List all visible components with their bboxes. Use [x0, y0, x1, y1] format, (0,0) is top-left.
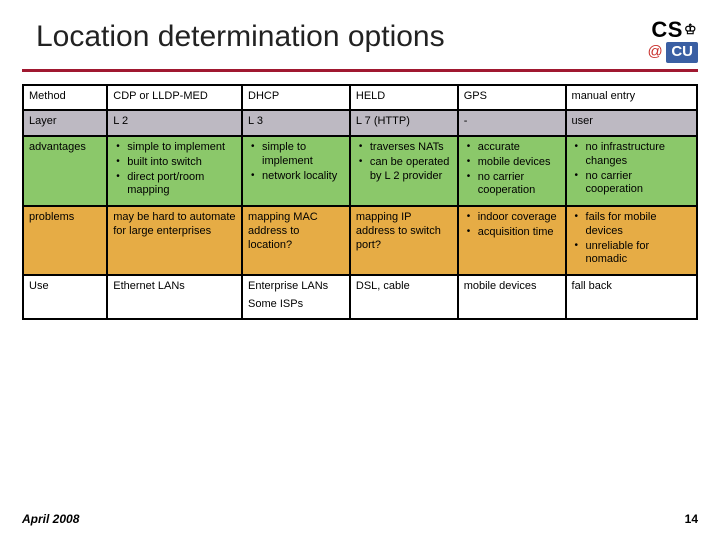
cs-cu-logo: CS♔ @ CU	[647, 18, 698, 63]
cell: -	[458, 110, 566, 136]
cell: fails for mobile devices unreliable for …	[566, 206, 697, 275]
cell: traverses NATs can be operated by L 2 pr…	[350, 136, 458, 206]
cell: mapping MAC address to location?	[242, 206, 350, 275]
row-method: Method CDP or LLDP-MED DHCP HELD GPS man…	[23, 85, 697, 111]
cell: mapping IP address to switch port?	[350, 206, 458, 275]
cell: indoor coverage acquisition time	[458, 206, 566, 275]
crown-icon: ♔	[684, 22, 697, 37]
cell: L 3	[242, 110, 350, 136]
cell: DSL, cable	[350, 275, 458, 319]
page-title: Location determination options	[36, 20, 445, 54]
cell: fall back	[566, 275, 697, 319]
cell: HELD	[350, 85, 458, 111]
row-label: problems	[23, 206, 107, 275]
cell: simple to implement built into switch di…	[107, 136, 242, 206]
cell: Enterprise LANs Some ISPs	[242, 275, 350, 319]
row-problems: problems may be hard to automate for lar…	[23, 206, 697, 275]
cell: no infrastructure changes no carrier coo…	[566, 136, 697, 206]
cell: Ethernet LANs	[107, 275, 242, 319]
cell: L 2	[107, 110, 242, 136]
location-options-table: Method CDP or LLDP-MED DHCP HELD GPS man…	[22, 84, 698, 320]
row-label: Use	[23, 275, 107, 319]
row-label: Layer	[23, 110, 107, 136]
row-advantages: advantages simple to implement built int…	[23, 136, 697, 206]
footer-date: April 2008	[22, 512, 79, 526]
cell: L 7 (HTTP)	[350, 110, 458, 136]
row-layer: Layer L 2 L 3 L 7 (HTTP) - user	[23, 110, 697, 136]
row-use: Use Ethernet LANs Enterprise LANs Some I…	[23, 275, 697, 319]
cell: manual entry	[566, 85, 697, 111]
cell: mobile devices	[458, 275, 566, 319]
cell: simple to implement network locality	[242, 136, 350, 206]
row-label: advantages	[23, 136, 107, 206]
cell: DHCP	[242, 85, 350, 111]
cell: may be hard to automate for large enterp…	[107, 206, 242, 275]
page-number: 14	[685, 512, 698, 526]
cell: CDP or LLDP-MED	[107, 85, 242, 111]
cell: GPS	[458, 85, 566, 111]
cell: user	[566, 110, 697, 136]
cell: accurate mobile devices no carrier coope…	[458, 136, 566, 206]
row-label: Method	[23, 85, 107, 111]
title-rule	[22, 69, 698, 72]
